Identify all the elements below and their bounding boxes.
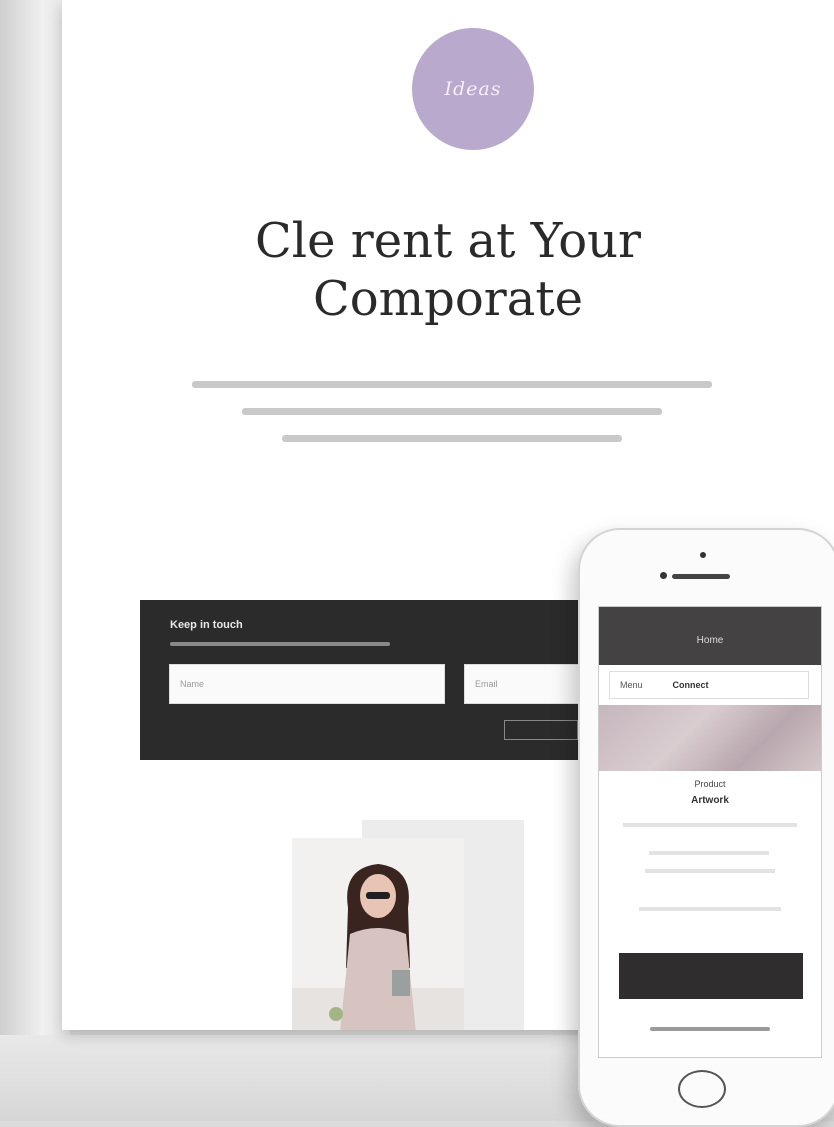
app-text-line [639, 907, 781, 911]
phone-camera [700, 552, 706, 558]
phone-sensor [660, 572, 667, 579]
left-wall [0, 0, 70, 1121]
signup-panel-subtitle [170, 639, 390, 649]
hero-title-line1: Cle rent at Your [255, 213, 641, 269]
app-text-line [623, 823, 797, 827]
signup-panel-title: Keep in touch [170, 619, 243, 631]
portrait-photo [292, 838, 464, 1030]
blurred-text-lines [192, 381, 712, 442]
app-hero-image [599, 705, 821, 771]
brand-logo-text: Ideas [444, 78, 502, 100]
app-action-button[interactable] [619, 953, 803, 999]
app-text-line [645, 869, 775, 873]
hero-title: Cle rent at Your Comporate [62, 212, 834, 328]
name-field[interactable]: Name [169, 664, 445, 704]
app-select-value: Connect [672, 680, 709, 690]
app-header: Home [599, 607, 821, 665]
app-text-line [649, 851, 769, 855]
app-product-name: Product [694, 779, 726, 789]
hero-description-blurred [172, 372, 732, 472]
app-select-menu[interactable]: Menu Connect [609, 671, 809, 699]
app-footer [599, 1025, 821, 1035]
smartphone-mockup: Home Menu Connect Product Artwork [578, 528, 834, 1127]
hero-title-line2: Comporate [312, 271, 584, 327]
app-product-subtitle: Artwork [691, 795, 729, 806]
home-button[interactable] [678, 1070, 726, 1108]
app-header-title: Home [696, 635, 724, 646]
signup-panel: Keep in touch Name Email [140, 600, 620, 760]
brand-logo[interactable]: Ideas [412, 28, 534, 150]
woman-illustration [292, 864, 464, 1030]
submit-button[interactable] [504, 720, 578, 740]
phone-speaker [672, 574, 730, 579]
app-select-label: Menu [620, 680, 643, 690]
phone-screen: Home Menu Connect Product Artwork [598, 606, 822, 1058]
